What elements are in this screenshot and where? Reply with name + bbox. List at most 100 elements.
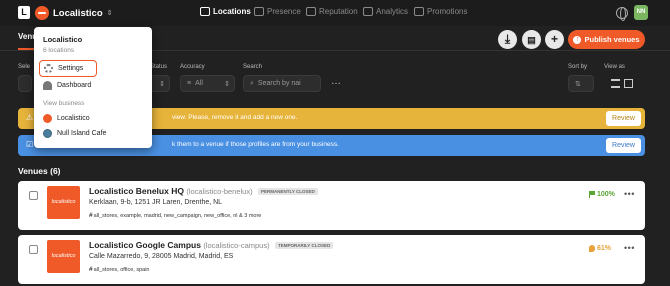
- status-badge: TEMPORARILY CLOSED: [274, 242, 334, 249]
- business-dropdown: Localistico 6 locations Settings Dashboa…: [34, 27, 152, 148]
- venue-address: Calle Mazarredo, 9, 28005 Madrid, Madrid…: [89, 253, 234, 260]
- download-button[interactable]: ⤓: [498, 30, 517, 49]
- more-options-button[interactable]: •••: [624, 243, 635, 253]
- venue-tags-text: all_stores, example, madrid, new_campaig…: [93, 213, 262, 219]
- accuracy-value: All: [195, 80, 203, 87]
- venue-tags: #all_stores, office, spain: [89, 266, 149, 273]
- business-avatar-icon: [35, 6, 49, 20]
- sort-label: Sort by: [568, 64, 588, 70]
- business-item-localistico[interactable]: Localistico: [43, 112, 90, 125]
- search-icon: ⌕: [250, 79, 254, 87]
- status-select[interactable]: ⇕: [150, 75, 170, 92]
- app-logo[interactable]: L: [18, 6, 30, 19]
- business-avatar-icon: [43, 129, 52, 138]
- business-label: Null Island Cafe: [57, 130, 107, 137]
- venue-checkbox[interactable]: [29, 245, 38, 254]
- analytics-icon: [363, 7, 373, 16]
- publish-label: Publish venues: [584, 35, 640, 44]
- chevron-updown-icon: ⇕: [224, 80, 230, 88]
- publish-venues-button[interactable]: ↑ Publish venues: [568, 30, 645, 49]
- business-item-null-island-cafe[interactable]: Null Island Cafe: [43, 127, 106, 140]
- venue-checkbox[interactable]: [29, 191, 38, 200]
- nav-label: Analytics: [376, 7, 409, 16]
- gear-icon: [44, 64, 53, 73]
- filter-select-label: Sele: [18, 64, 31, 70]
- score-value: 61%: [597, 245, 612, 252]
- score-value: 100%: [597, 191, 615, 198]
- venue-address: Kerklaan, 9-b, 1251 JR Laren, Drenthe, N…: [89, 199, 223, 206]
- view-business-label: View business: [43, 100, 85, 107]
- upload-icon: ↑: [573, 35, 582, 44]
- presence-icon: [254, 7, 264, 16]
- venue-thumbnail: localistico: [47, 240, 80, 273]
- accuracy-score: 61%: [589, 245, 611, 252]
- business-label: Localistico: [57, 115, 90, 122]
- nav-reputation[interactable]: Reputation: [306, 7, 358, 16]
- list-view-icon[interactable]: [611, 79, 620, 88]
- nav-label: Promotions: [427, 7, 468, 16]
- venue-name[interactable]: Localistico Google Campus: [89, 240, 201, 250]
- venue-thumbnail: localistico: [47, 186, 80, 219]
- hashtag-icon: #: [89, 212, 93, 219]
- nav-promotions[interactable]: Promotions: [414, 7, 467, 16]
- locations-icon: [200, 7, 210, 16]
- half-score-icon: [589, 245, 595, 252]
- nav-analytics[interactable]: Analytics: [363, 7, 408, 16]
- dashboard-menu-item[interactable]: Dashboard: [43, 79, 91, 92]
- venue-slug: (localistico-campus): [203, 241, 270, 250]
- accuracy-score: 100%: [589, 191, 615, 198]
- sort-icon: ⇅: [575, 80, 581, 88]
- dashboard-icon: [43, 81, 52, 90]
- venue-name-row: Localistico Google Campus (localistico-c…: [89, 240, 334, 250]
- more-options-button[interactable]: •••: [624, 189, 635, 199]
- filter-search-label: Search: [243, 64, 263, 70]
- sort-select[interactable]: ⇅: [568, 75, 594, 92]
- status-badge: PERMANENTLY CLOSED: [257, 188, 318, 195]
- dropdown-title: Localistico: [43, 35, 83, 44]
- nav-label: Presence: [267, 7, 301, 16]
- filter-status-label: Status: [150, 64, 168, 70]
- more-filters-button[interactable]: …: [327, 75, 345, 92]
- globe-icon[interactable]: [616, 7, 628, 21]
- chevron-updown-icon: ⇕: [106, 10, 113, 17]
- search-placeholder: Search by nai: [257, 80, 301, 87]
- venue-name[interactable]: Localistico Benelux HQ: [89, 186, 184, 196]
- dropdown-subtitle: 6 locations: [43, 47, 75, 54]
- menu-item-label: Settings: [58, 65, 84, 72]
- venue-card[interactable]: localistico Localistico Benelux HQ (loca…: [18, 181, 645, 230]
- review-button[interactable]: Review: [606, 111, 641, 126]
- select-all-box[interactable]: [18, 75, 32, 92]
- search-field[interactable]: ⌕ Search by nai: [243, 75, 321, 92]
- warning-text: view. Please, remove it and add a new on…: [172, 114, 298, 121]
- export-button[interactable]: ▤: [522, 30, 541, 49]
- settings-menu-item[interactable]: Settings: [39, 60, 97, 77]
- filter-icon: ≡: [187, 80, 192, 87]
- flag-icon: [589, 191, 595, 198]
- business-avatar-icon: [43, 114, 52, 123]
- accuracy-select[interactable]: ≡ All ⇕: [180, 75, 235, 92]
- venue-slug: (localistico-benelux): [186, 187, 253, 196]
- add-venue-button[interactable]: +: [545, 30, 564, 49]
- info-text: k them to a venue if those profiles are …: [172, 141, 339, 148]
- nav-presence[interactable]: Presence: [254, 7, 301, 16]
- download-icon: ⤓: [504, 32, 511, 46]
- business-switcher[interactable]: Localistico ⇕: [35, 5, 113, 21]
- business-name: Localistico: [53, 7, 103, 19]
- venue-card[interactable]: localistico Localistico Google Campus (l…: [18, 235, 645, 284]
- view-label: View as: [604, 64, 625, 70]
- venue-tags-text: all_stores, office, spain: [93, 267, 150, 273]
- nav-label: Reputation: [319, 7, 358, 16]
- venue-name-row: Localistico Benelux HQ (localistico-bene…: [89, 186, 318, 196]
- top-bar: L Localistico ⇕ Locations Presence Reput…: [0, 0, 670, 26]
- map-view-icon[interactable]: [624, 79, 633, 88]
- nav-locations[interactable]: Locations: [200, 7, 251, 16]
- user-avatar[interactable]: NN: [634, 5, 648, 20]
- check-icon: ☑: [26, 140, 34, 149]
- menu-item-label: Dashboard: [57, 82, 92, 89]
- plus-icon: +: [550, 32, 558, 46]
- reputation-icon: [306, 7, 316, 16]
- document-icon: ▤: [527, 35, 536, 45]
- review-button[interactable]: Review: [606, 138, 641, 153]
- chevron-updown-icon: ⇕: [159, 80, 165, 88]
- promotions-icon: [414, 7, 424, 16]
